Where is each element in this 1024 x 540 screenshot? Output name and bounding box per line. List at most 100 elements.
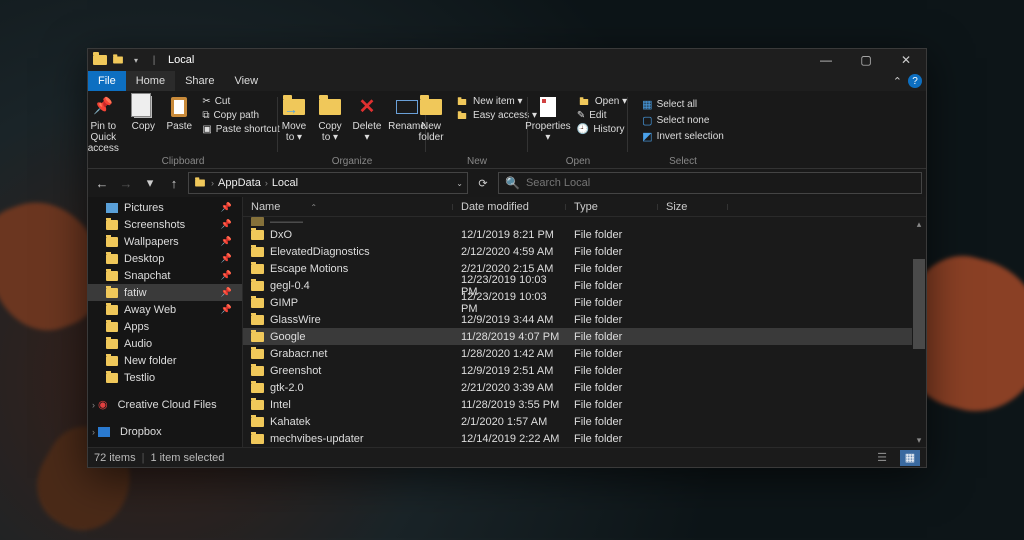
folder-icon (251, 332, 264, 342)
table-row[interactable]: GIMP12/23/2019 10:03 PMFile folder (243, 294, 926, 311)
paste-button[interactable]: Paste (162, 93, 196, 132)
table-row[interactable]: ——— (243, 217, 926, 226)
chevron-right-icon[interactable]: › (92, 400, 95, 410)
navigation-pane[interactable]: Pictures📌Screenshots📌Wallpapers📌Desktop📌… (88, 197, 243, 447)
sidebar-item-label: Creative Cloud Files (118, 399, 217, 411)
tab-view[interactable]: View (224, 71, 268, 91)
sidebar-item[interactable]: Testlio (88, 369, 242, 386)
history-button[interactable]: 🕘History (573, 123, 631, 136)
move-to-button[interactable]: →Move to ▾ (277, 93, 311, 143)
pin-to-quick-access-button[interactable]: 📌 Pin to Quick access (82, 93, 124, 154)
minimize-button[interactable]: — (806, 49, 846, 71)
sidebar-item[interactable]: Snapchat📌 (88, 267, 242, 284)
open-button[interactable]: Open ▾ (573, 95, 631, 108)
view-details-button[interactable]: ☰ (872, 450, 892, 466)
delete-button[interactable]: ✕Delete ▾ (349, 93, 385, 143)
column-header-name[interactable]: Name⌃ (243, 201, 453, 213)
nav-recent-dropdown[interactable]: ▾ (140, 175, 160, 191)
scroll-up-button[interactable]: ▴ (912, 217, 926, 231)
sidebar-item-label: Pictures (124, 202, 164, 214)
file-type: File folder (566, 399, 658, 411)
file-name: Intel (270, 399, 291, 411)
column-header-type[interactable]: Type (566, 201, 658, 213)
file-name: gegl-0.4 (270, 280, 310, 292)
help-icon[interactable]: ? (908, 74, 922, 88)
select-all-button[interactable]: ▦Select all (638, 97, 728, 112)
file-date: 12/9/2019 3:44 AM (453, 314, 566, 326)
table-row[interactable]: Escape Motions2/21/2020 2:15 AMFile fold… (243, 260, 926, 277)
table-row[interactable]: Greenshot12/9/2019 2:51 AMFile folder (243, 362, 926, 379)
search-input[interactable] (526, 177, 915, 189)
invert-selection-button[interactable]: ◩Invert selection (638, 129, 728, 144)
table-row[interactable]: gtk-2.02/21/2020 3:39 AMFile folder (243, 379, 926, 396)
sidebar-item[interactable]: Pictures📌 (88, 199, 242, 216)
folder-icon (106, 254, 118, 264)
sidebar-group[interactable]: ›Dropbox (88, 423, 242, 440)
vertical-scrollbar[interactable]: ▴ ▾ (912, 217, 926, 447)
cut-button[interactable]: ✂Cut (198, 95, 283, 108)
table-row[interactable]: GlassWire12/9/2019 3:44 AMFile folder (243, 311, 926, 328)
column-header-date[interactable]: Date modified (453, 201, 566, 213)
table-row[interactable]: Intel11/28/2019 3:55 PMFile folder (243, 396, 926, 413)
qat-dropdown[interactable]: ▾ (128, 52, 144, 68)
sidebar-group[interactable]: ›◉Creative Cloud Files (88, 396, 242, 413)
tab-share[interactable]: Share (175, 71, 224, 91)
sidebar-item-label: Desktop (124, 253, 164, 265)
sidebar-item[interactable]: fatiw📌 (88, 284, 242, 301)
tab-file[interactable]: File (88, 71, 126, 91)
folder-icon (106, 356, 118, 366)
table-row[interactable]: mechvibes-updater12/14/2019 2:22 AMFile … (243, 430, 926, 447)
edit-button[interactable]: ✎Edit (573, 109, 631, 122)
copy-to-button[interactable]: Copy to ▾ (313, 93, 347, 143)
collapse-ribbon-icon[interactable]: ⌃ (893, 75, 902, 88)
new-folder-button[interactable]: New folder (413, 93, 449, 143)
chevron-right-icon[interactable]: › (92, 427, 95, 437)
copy-button[interactable]: Copy (126, 93, 160, 132)
table-row[interactable]: Google11/28/2019 4:07 PMFile folder (243, 328, 926, 345)
maximize-button[interactable]: ▢ (846, 49, 886, 71)
table-row[interactable]: gegl-0.412/23/2019 10:03 PMFile folder (243, 277, 926, 294)
table-row[interactable]: Grabacr.net1/28/2020 1:42 AMFile folder (243, 345, 926, 362)
breadcrumb-crumb[interactable]: ›Local (265, 177, 298, 189)
qat-item-1[interactable] (110, 52, 126, 68)
nav-forward-button[interactable]: → (116, 176, 136, 191)
sidebar-item[interactable]: Wallpapers📌 (88, 233, 242, 250)
select-all-icon: ▦ (642, 98, 652, 111)
search-box[interactable]: 🔍 (498, 172, 922, 194)
sidebar-item-label: Apps (124, 321, 149, 333)
address-dropdown[interactable]: ⌄ (456, 179, 463, 188)
sidebar-item[interactable]: Away Web📌 (88, 301, 242, 318)
sidebar-item[interactable]: Audio (88, 335, 242, 352)
sidebar-item[interactable]: Apps (88, 318, 242, 335)
delete-x-icon: ✕ (355, 95, 379, 119)
file-date: 1/28/2020 1:42 AM (453, 348, 566, 360)
close-button[interactable]: ✕ (886, 49, 926, 71)
table-row[interactable]: Kahatek2/1/2020 1:57 AMFile folder (243, 413, 926, 430)
sidebar-item-label: Wallpapers (124, 236, 179, 248)
file-type: File folder (566, 263, 658, 275)
refresh-button[interactable]: ⟳ (472, 172, 494, 194)
paste-shortcut-button[interactable]: ▣Paste shortcut (198, 123, 283, 136)
address-bar[interactable]: ›AppData ›Local ⌄ (188, 172, 468, 194)
breadcrumb-crumb[interactable]: ›AppData (211, 177, 261, 189)
file-name: GIMP (270, 297, 298, 309)
scrollbar-thumb[interactable] (913, 259, 925, 349)
select-none-button[interactable]: ▢Select none (638, 113, 728, 128)
sidebar-item[interactable]: Screenshots📌 (88, 216, 242, 233)
scroll-down-button[interactable]: ▾ (912, 433, 926, 447)
sidebar-item[interactable]: Desktop📌 (88, 250, 242, 267)
file-name: DxO (270, 229, 292, 241)
nav-up-button[interactable]: ↑ (164, 176, 184, 191)
table-row[interactable]: DxO12/1/2019 8:21 PMFile folder (243, 226, 926, 243)
table-row[interactable]: ElevatedDiagnostics2/12/2020 4:59 AMFile… (243, 243, 926, 260)
properties-button[interactable]: Properties ▾ (525, 93, 571, 143)
file-type: File folder (566, 314, 658, 326)
copy-path-button[interactable]: ⧉Copy path (198, 109, 283, 122)
tab-home[interactable]: Home (126, 71, 175, 91)
pin-icon: 📌 (221, 270, 232, 281)
sidebar-item-label: Screenshots (124, 219, 185, 231)
column-header-size[interactable]: Size (658, 201, 728, 213)
view-large-icons-button[interactable]: ▦ (900, 450, 920, 466)
nav-back-button[interactable]: ← (92, 176, 112, 191)
sidebar-item[interactable]: New folder (88, 352, 242, 369)
